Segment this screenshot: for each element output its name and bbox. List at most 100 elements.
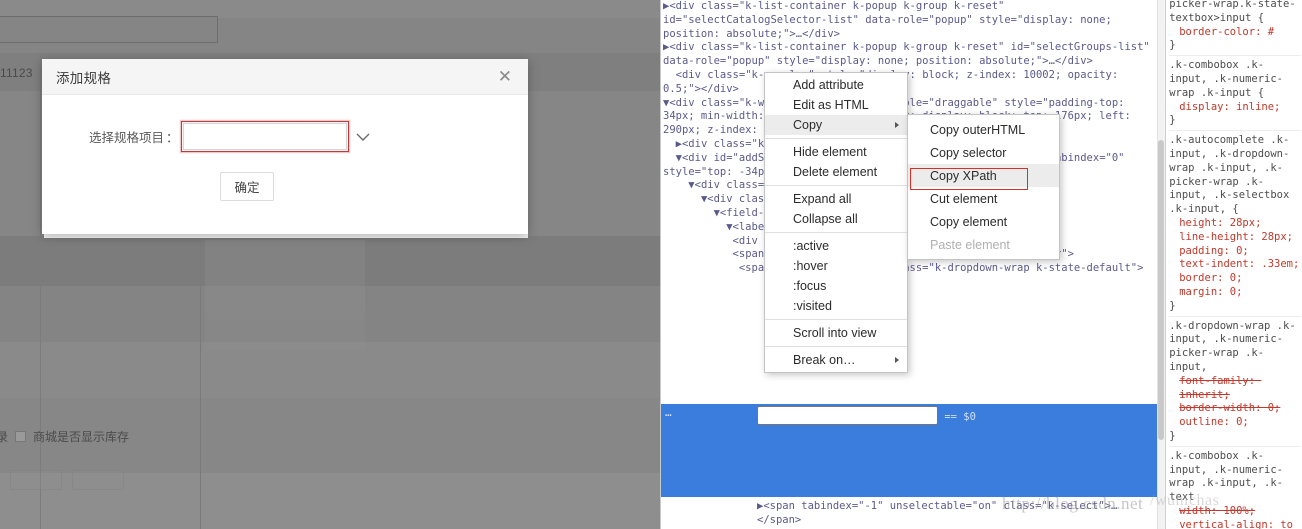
- context-menu-item-add-attribute[interactable]: Add attribute: [765, 75, 907, 95]
- css-declaration[interactable]: width: 100%;: [1169, 505, 1301, 519]
- dialog-titlebar[interactable]: 添加规格 ✕: [42, 59, 528, 95]
- page-placeholder-block: [205, 240, 365, 350]
- context-menu-item-label: Collapse all: [793, 212, 858, 226]
- css-declaration[interactable]: line-height: 28px;: [1169, 231, 1301, 245]
- css-rule[interactable]: .k-autocomplete .k-input, .k-dropdown-wr…: [1169, 130, 1301, 315]
- submenu-item-label: Cut element: [930, 192, 997, 206]
- context-menu-item-expand-all[interactable]: Expand all: [765, 189, 907, 209]
- css-declaration[interactable]: outline: 0;: [1169, 416, 1301, 430]
- css-declaration[interactable]: text-indent: .33em;: [1169, 258, 1301, 272]
- context-menu-item-scroll-into-view[interactable]: Scroll into view: [765, 323, 907, 343]
- context-menu-item-edit-as-html[interactable]: Edit as HTML: [765, 95, 907, 115]
- css-selector: .k-combobox .k-input, .k-numeric-wrap .k…: [1169, 450, 1301, 505]
- css-declaration[interactable]: height: 28px;: [1169, 217, 1301, 231]
- dom-pane-scrollbar[interactable]: [1157, 0, 1165, 529]
- context-menu-item-focus[interactable]: :focus: [765, 276, 907, 296]
- context-menu-item-hover[interactable]: :hover: [765, 256, 907, 276]
- devtools-panel: ▶<div class="k-list-container k-popup k-…: [660, 0, 1302, 529]
- css-declaration[interactable]: display: inline;: [1169, 101, 1301, 115]
- context-menu-item-label: Hide element: [793, 145, 867, 159]
- checkbox-label: 商城是否显示库存: [33, 428, 129, 445]
- label-colon: ：: [166, 127, 181, 146]
- css-rule-close: }: [1169, 114, 1301, 128]
- context-menu-item-visited[interactable]: :visited: [765, 296, 907, 316]
- css-declaration[interactable]: border: 0;: [1169, 272, 1301, 286]
- dialog-title: 添加规格: [56, 67, 111, 87]
- context-menu-separator: [765, 346, 907, 347]
- devtools-context-menu[interactable]: Add attribute Edit as HTML Copy Hide elemen…: [764, 72, 908, 373]
- stock-display-checkbox-row[interactable]: 录 商城是否显示库存: [0, 428, 129, 445]
- chevron-down-icon[interactable]: [355, 124, 371, 149]
- close-icon[interactable]: ✕: [494, 66, 516, 87]
- css-declaration[interactable]: vertical-align: to: [1169, 519, 1301, 529]
- submenu-item-label: Copy selector: [930, 146, 1006, 160]
- context-menu-item-break-on[interactable]: Break on…: [765, 350, 907, 370]
- context-menu-separator: [765, 185, 907, 186]
- submenu-item-label: Paste element: [930, 238, 1010, 252]
- css-declaration[interactable]: border-width: 0;: [1169, 402, 1301, 416]
- css-selector: .k-dropdown-wrap .k-input, .k-numeric-pi…: [1169, 320, 1301, 375]
- submenu-item-paste-element: Paste element: [908, 233, 1059, 256]
- dialog-body: 选择规格项目 ： 确定: [42, 95, 528, 201]
- css-declaration[interactable]: margin: 0;: [1169, 286, 1301, 300]
- css-declaration[interactable]: border-color: #: [1169, 26, 1301, 40]
- scrollbar-thumb[interactable]: [1158, 140, 1164, 440]
- submenu-item-copy-outerhtml[interactable]: Copy outerHTML: [908, 118, 1059, 141]
- context-menu-item-label: Edit as HTML: [793, 98, 869, 112]
- spec-item-highlight-outline: [181, 121, 349, 152]
- submenu-item-copy-element[interactable]: Copy element: [908, 210, 1059, 233]
- selected-dom-node[interactable]: … == $0: [661, 404, 1158, 497]
- page-divider: [40, 53, 41, 529]
- context-menu-item-label: Add attribute: [793, 78, 864, 92]
- spec-item-label: 选择规格项目: [42, 127, 166, 146]
- page-button[interactable]: [72, 470, 124, 490]
- css-declaration[interactable]: font-family: inherit;: [1169, 375, 1301, 403]
- row-id-cell: 11123: [0, 66, 40, 80]
- css-rule[interactable]: .k-combobox .k-input, .k-numeric-wrap .k…: [1169, 446, 1301, 529]
- confirm-button[interactable]: 确定: [220, 172, 274, 201]
- dom-tree-pane[interactable]: ▶<div class="k-list-container k-popup k-…: [661, 0, 1165, 529]
- context-menu-item-label: Copy: [793, 118, 822, 132]
- css-selector: picker-wrap.k-state-textbox>input {: [1169, 0, 1301, 26]
- add-spec-dialog: 添加规格 ✕ 选择规格项目 ：: [42, 59, 528, 234]
- page-button[interactable]: [10, 470, 62, 490]
- context-menu-item-delete-element[interactable]: Delete element: [765, 162, 907, 182]
- styles-rules-list[interactable]: picker-wrap.k-state-textbox>input {borde…: [1166, 0, 1302, 529]
- submenu-item-copy-xpath[interactable]: Copy XPath: [908, 164, 1059, 187]
- page-divider: [200, 236, 201, 529]
- css-rule-close: }: [1169, 39, 1301, 53]
- context-menu-separator: [765, 232, 907, 233]
- css-rule[interactable]: picker-wrap.k-state-textbox>input {borde…: [1169, 0, 1301, 55]
- submenu-item-cut-element[interactable]: Cut element: [908, 187, 1059, 210]
- context-menu-item-collapse-all[interactable]: Collapse all: [765, 209, 907, 229]
- submenu-item-copy-selector[interactable]: Copy selector: [908, 141, 1059, 164]
- spec-item-input[interactable]: [184, 124, 355, 149]
- context-menu-item-label: Scroll into view: [793, 326, 876, 340]
- submenu-item-label: Copy outerHTML: [930, 123, 1025, 137]
- context-menu-item-label: :active: [793, 239, 829, 253]
- css-selector: .k-combobox .k-input, .k-numeric-wrap .k…: [1169, 59, 1301, 100]
- css-rule-close: }: [1169, 300, 1301, 314]
- context-menu-item-label: Delete element: [793, 165, 877, 179]
- dialog-actions: 确定: [42, 172, 528, 201]
- css-declaration[interactable]: padding: 0;: [1169, 245, 1301, 259]
- context-menu-item-label: Expand all: [793, 192, 851, 206]
- context-menu-item-label: :focus: [793, 279, 826, 293]
- page-search-input[interactable]: [0, 16, 218, 43]
- copy-submenu[interactable]: Copy outerHTML Copy selector Copy XPath Cut…: [907, 114, 1060, 260]
- css-rule[interactable]: .k-dropdown-wrap .k-input, .k-numeric-pi…: [1169, 316, 1301, 446]
- selected-node-code: == $0: [757, 406, 1157, 425]
- styles-pane[interactable]: picker-wrap.k-state-textbox>input {borde…: [1165, 0, 1302, 529]
- css-rule[interactable]: .k-combobox .k-input, .k-numeric-wrap .k…: [1169, 55, 1301, 130]
- context-menu-item-label: :hover: [793, 259, 828, 273]
- page-button-row[interactable]: [10, 470, 124, 490]
- context-menu-item-active[interactable]: :active: [765, 236, 907, 256]
- submenu-item-label: Copy element: [930, 215, 1007, 229]
- checkbox-icon[interactable]: [15, 431, 26, 442]
- context-menu-separator: [765, 319, 907, 320]
- spec-item-combobox[interactable]: [183, 123, 347, 150]
- context-menu-item-label: Break on…: [793, 353, 856, 367]
- context-menu-item-copy[interactable]: Copy: [765, 115, 907, 135]
- context-menu-item-hide-element[interactable]: Hide element: [765, 142, 907, 162]
- dom-tree-code-after[interactable]: ▶<span tabindex="-1" unselectable="on" c…: [757, 500, 1157, 528]
